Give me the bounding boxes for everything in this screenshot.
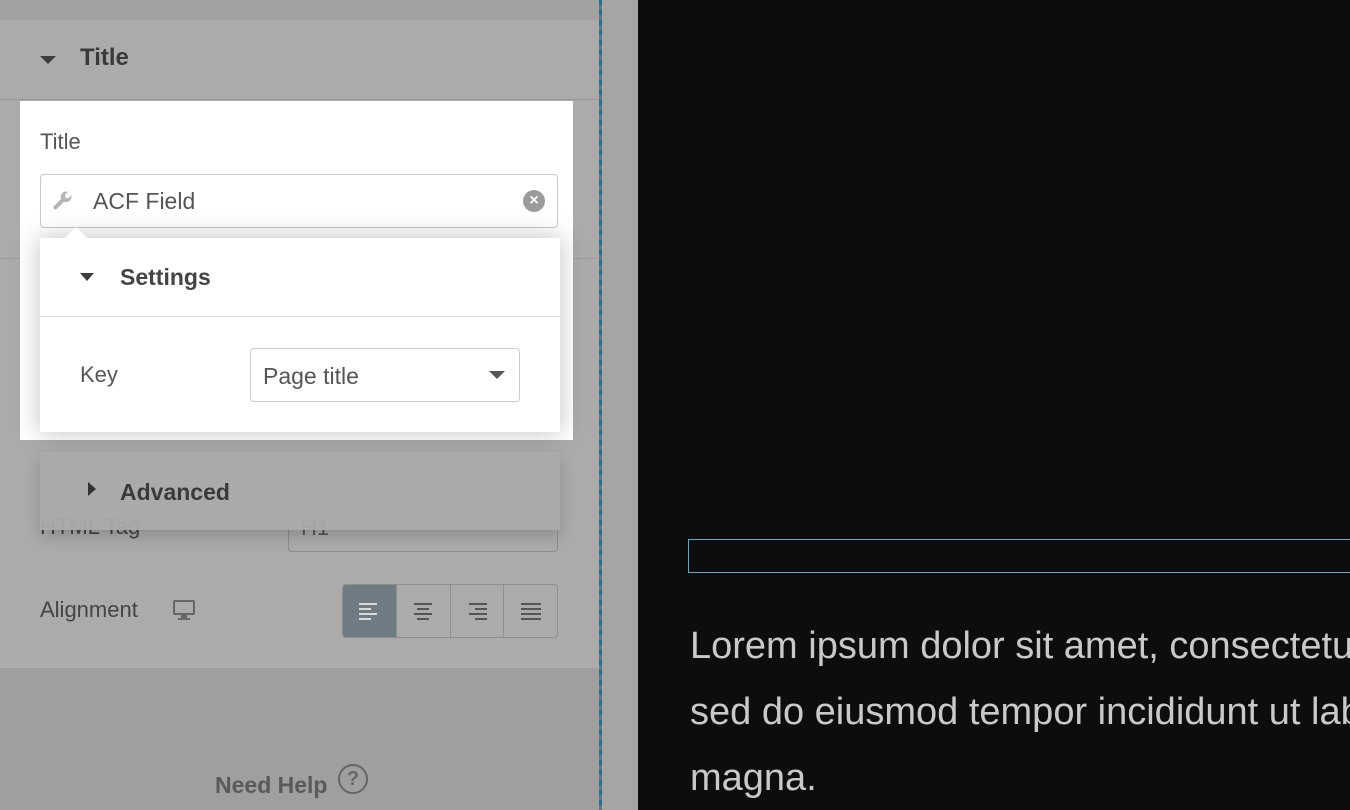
- advanced-section-header[interactable]: Advanced: [40, 452, 560, 530]
- alignment-label: Alignment: [40, 597, 138, 622]
- dropdown-arrow-icon: [489, 371, 505, 379]
- title-dynamic-input[interactable]: ACF Field ×: [40, 174, 558, 228]
- clear-icon[interactable]: ×: [523, 190, 545, 212]
- align-center-button[interactable]: [397, 585, 451, 637]
- paragraph-line: Lorem ipsum dolor sit amet, consectetur: [690, 625, 1350, 667]
- advanced-title: Advanced: [120, 479, 230, 505]
- align-right-button[interactable]: [451, 585, 505, 637]
- caret-right-icon: [88, 482, 96, 496]
- settings-header[interactable]: Settings: [40, 238, 560, 317]
- align-justify-button[interactable]: [504, 585, 557, 637]
- align-justify-icon: [520, 603, 541, 620]
- wrench-icon[interactable]: [51, 189, 75, 218]
- key-label: Key: [80, 362, 118, 387]
- align-right-icon: [468, 603, 487, 620]
- paragraph-line: sed do eiusmod tempor incididunt ut lab: [690, 691, 1350, 733]
- title-input-value: ACF Field: [93, 188, 196, 214]
- section-title: Title: [80, 44, 129, 71]
- preview-paragraph: Lorem ipsum dolor sit amet, consectetur …: [690, 613, 1350, 810]
- title-widget-outline[interactable]: [688, 539, 1350, 573]
- panel-gutter: [602, 0, 638, 810]
- caret-down-icon: [40, 56, 56, 64]
- caret-down-icon: [80, 273, 94, 281]
- align-left-button[interactable]: [343, 585, 397, 637]
- help-icon[interactable]: ?: [338, 764, 368, 794]
- dynamic-settings-popup: Settings Key Page title: [40, 227, 560, 432]
- key-select-value: Page title: [263, 363, 359, 389]
- help-area: Need Help ?: [0, 668, 600, 810]
- desktop-icon[interactable]: [172, 599, 196, 626]
- page-preview: Lorem ipsum dolor sit amet, consectetur …: [638, 0, 1350, 810]
- alignment-control: [342, 584, 558, 638]
- settings-title: Settings: [120, 264, 211, 290]
- paragraph-line: magna.: [690, 757, 817, 799]
- align-left-icon: [359, 603, 378, 620]
- panel-top-strip: [0, 0, 600, 20]
- key-select[interactable]: Page title: [250, 348, 520, 402]
- align-center-icon: [414, 603, 433, 620]
- title-section-header[interactable]: Title: [0, 20, 600, 100]
- need-help-link[interactable]: Need Help: [215, 772, 327, 799]
- title-field-label: Title: [40, 129, 81, 154]
